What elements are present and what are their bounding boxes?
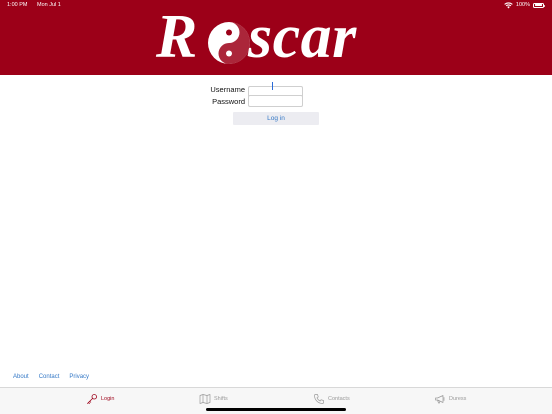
status-time: 1:00 PM: [7, 2, 28, 8]
map-icon: [199, 394, 211, 404]
tab-shifts-label: Shifts: [214, 396, 228, 402]
tab-login-label: Login: [101, 396, 115, 402]
roscar-logo: R scar: [156, 3, 398, 71]
logo-swirl-icon: [208, 22, 250, 64]
login-button[interactable]: Log in: [233, 112, 319, 125]
username-label: Username: [210, 84, 245, 94]
logo-letter-r: R: [156, 3, 198, 71]
tab-contacts-label: Contacts: [328, 396, 350, 402]
text-cursor: [272, 82, 273, 90]
tab-shifts[interactable]: Shifts: [199, 393, 228, 405]
tab-login[interactable]: Login: [86, 393, 114, 405]
logo-text-scar: scar: [248, 3, 357, 71]
wifi-icon: [504, 1, 513, 8]
status-date: Mon Jul 1: [37, 2, 61, 8]
battery-icon: [533, 2, 546, 8]
tab-duress-label: Duress: [449, 396, 467, 402]
about-link[interactable]: About: [13, 374, 29, 380]
battery-percent: 100%: [515, 2, 530, 8]
megaphone-icon: [435, 395, 445, 404]
tab-duress[interactable]: Duress: [434, 393, 466, 405]
tab-contacts[interactable]: Contacts: [313, 393, 350, 405]
contact-link[interactable]: Contact: [39, 374, 60, 380]
app-header: 1:00 PM Mon Jul 1 100% R scar: [0, 0, 552, 75]
phone-icon: [314, 394, 324, 404]
footer-links: About Contact Privacy: [13, 374, 89, 380]
home-indicator: [206, 408, 346, 411]
password-label: Password: [212, 96, 245, 106]
key-icon: [87, 394, 97, 404]
password-row: Password: [209, 95, 303, 107]
password-field[interactable]: [248, 95, 303, 107]
privacy-link[interactable]: Privacy: [69, 374, 89, 380]
